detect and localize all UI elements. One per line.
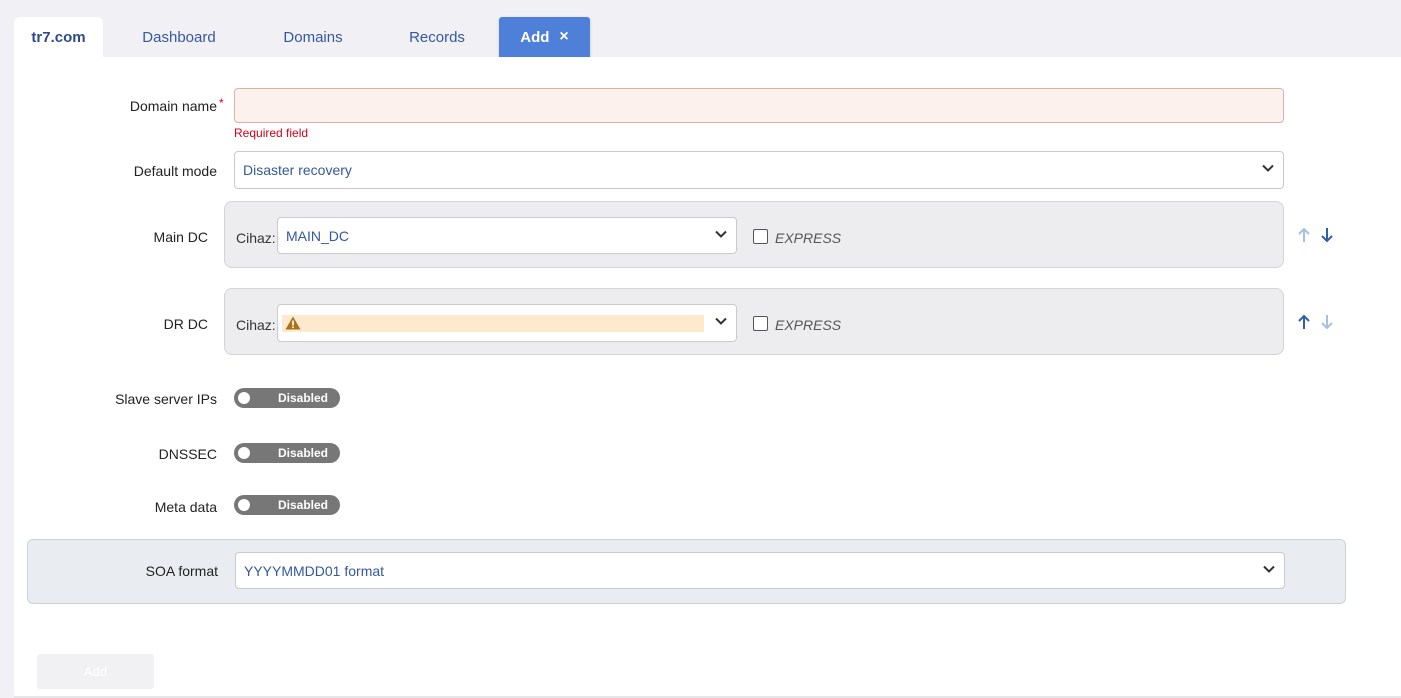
move-up-icon[interactable] xyxy=(1297,314,1311,330)
soa-format-box: SOA format YYYYMMDD01 format xyxy=(27,539,1346,604)
chevron-down-icon xyxy=(1261,161,1275,175)
dr-dc-label: DR DC xyxy=(163,316,208,332)
toggle-knob xyxy=(238,499,250,511)
dnssec-toggle[interactable]: Disabled xyxy=(234,443,340,463)
required-mark: * xyxy=(219,96,224,110)
chevron-down-icon xyxy=(714,227,728,241)
default-mode-select[interactable]: Disaster recovery xyxy=(234,151,1284,189)
slave-server-ips-toggle[interactable]: Disabled xyxy=(234,388,340,408)
toggle-knob xyxy=(238,392,250,404)
chevron-down-icon xyxy=(1262,562,1276,576)
dr-dc-warning-field xyxy=(282,315,704,332)
dr-dc-express-label: EXPRESS xyxy=(775,317,842,333)
tab-dashboard[interactable]: Dashboard xyxy=(128,17,230,57)
main-dc-express-label: EXPRESS xyxy=(775,230,842,246)
dr-dc-device-select[interactable] xyxy=(277,304,737,342)
toggle-knob xyxy=(238,447,250,459)
main-dc-label: Main DC xyxy=(153,229,208,245)
meta-data-state: Disabled xyxy=(277,498,328,512)
move-down-icon[interactable] xyxy=(1320,227,1334,243)
close-icon[interactable]: × xyxy=(559,28,568,46)
tab-domain-brand[interactable]: tr7.com xyxy=(14,17,103,57)
main-dc-box: Cihaz: MAIN_DC EXPRESS xyxy=(224,201,1284,268)
main-dc-device-value: MAIN_DC xyxy=(286,227,350,244)
soa-format-value: YYYYMMDD01 format xyxy=(244,562,385,579)
slave-server-ips-state: Disabled xyxy=(277,391,328,405)
default-mode-label: Default mode xyxy=(133,163,217,179)
move-down-icon[interactable] xyxy=(1320,314,1334,330)
tab-bar: tr7.com Dashboard Domains Records Add × xyxy=(0,0,1401,57)
warning-icon xyxy=(285,316,301,333)
dnssec-state: Disabled xyxy=(277,446,328,460)
move-up-icon[interactable] xyxy=(1297,227,1311,243)
default-mode-value: Disaster recovery xyxy=(243,162,352,178)
main-dc-express-checkbox[interactable] xyxy=(753,229,768,244)
add-submit-button[interactable]: Add xyxy=(37,654,154,689)
tab-add[interactable]: Add × xyxy=(499,17,590,57)
slave-server-ips-label: Slave server IPs xyxy=(115,391,217,407)
domain-name-error: Required field xyxy=(234,126,309,140)
dr-dc-express-checkbox[interactable] xyxy=(753,316,768,331)
main-dc-device-label: Cihaz: xyxy=(236,230,276,246)
dr-dc-box: Cihaz: EXPRESS xyxy=(224,288,1284,355)
tab-add-label: Add xyxy=(520,28,550,46)
soa-format-label: SOA format xyxy=(145,563,218,579)
domain-name-label: Domain name xyxy=(129,98,217,114)
chevron-down-icon xyxy=(714,314,728,328)
meta-data-label: Meta data xyxy=(154,499,217,515)
tab-records[interactable]: Records xyxy=(396,17,478,57)
meta-data-toggle[interactable]: Disabled xyxy=(234,495,340,515)
domain-name-input[interactable] xyxy=(234,88,1284,123)
tab-domains[interactable]: Domains xyxy=(268,17,358,57)
dnssec-label: DNSSEC xyxy=(158,446,217,462)
main-dc-device-select[interactable]: MAIN_DC xyxy=(277,217,737,254)
dr-dc-device-label: Cihaz: xyxy=(236,317,276,333)
soa-format-select[interactable]: YYYYMMDD01 format xyxy=(235,552,1285,589)
